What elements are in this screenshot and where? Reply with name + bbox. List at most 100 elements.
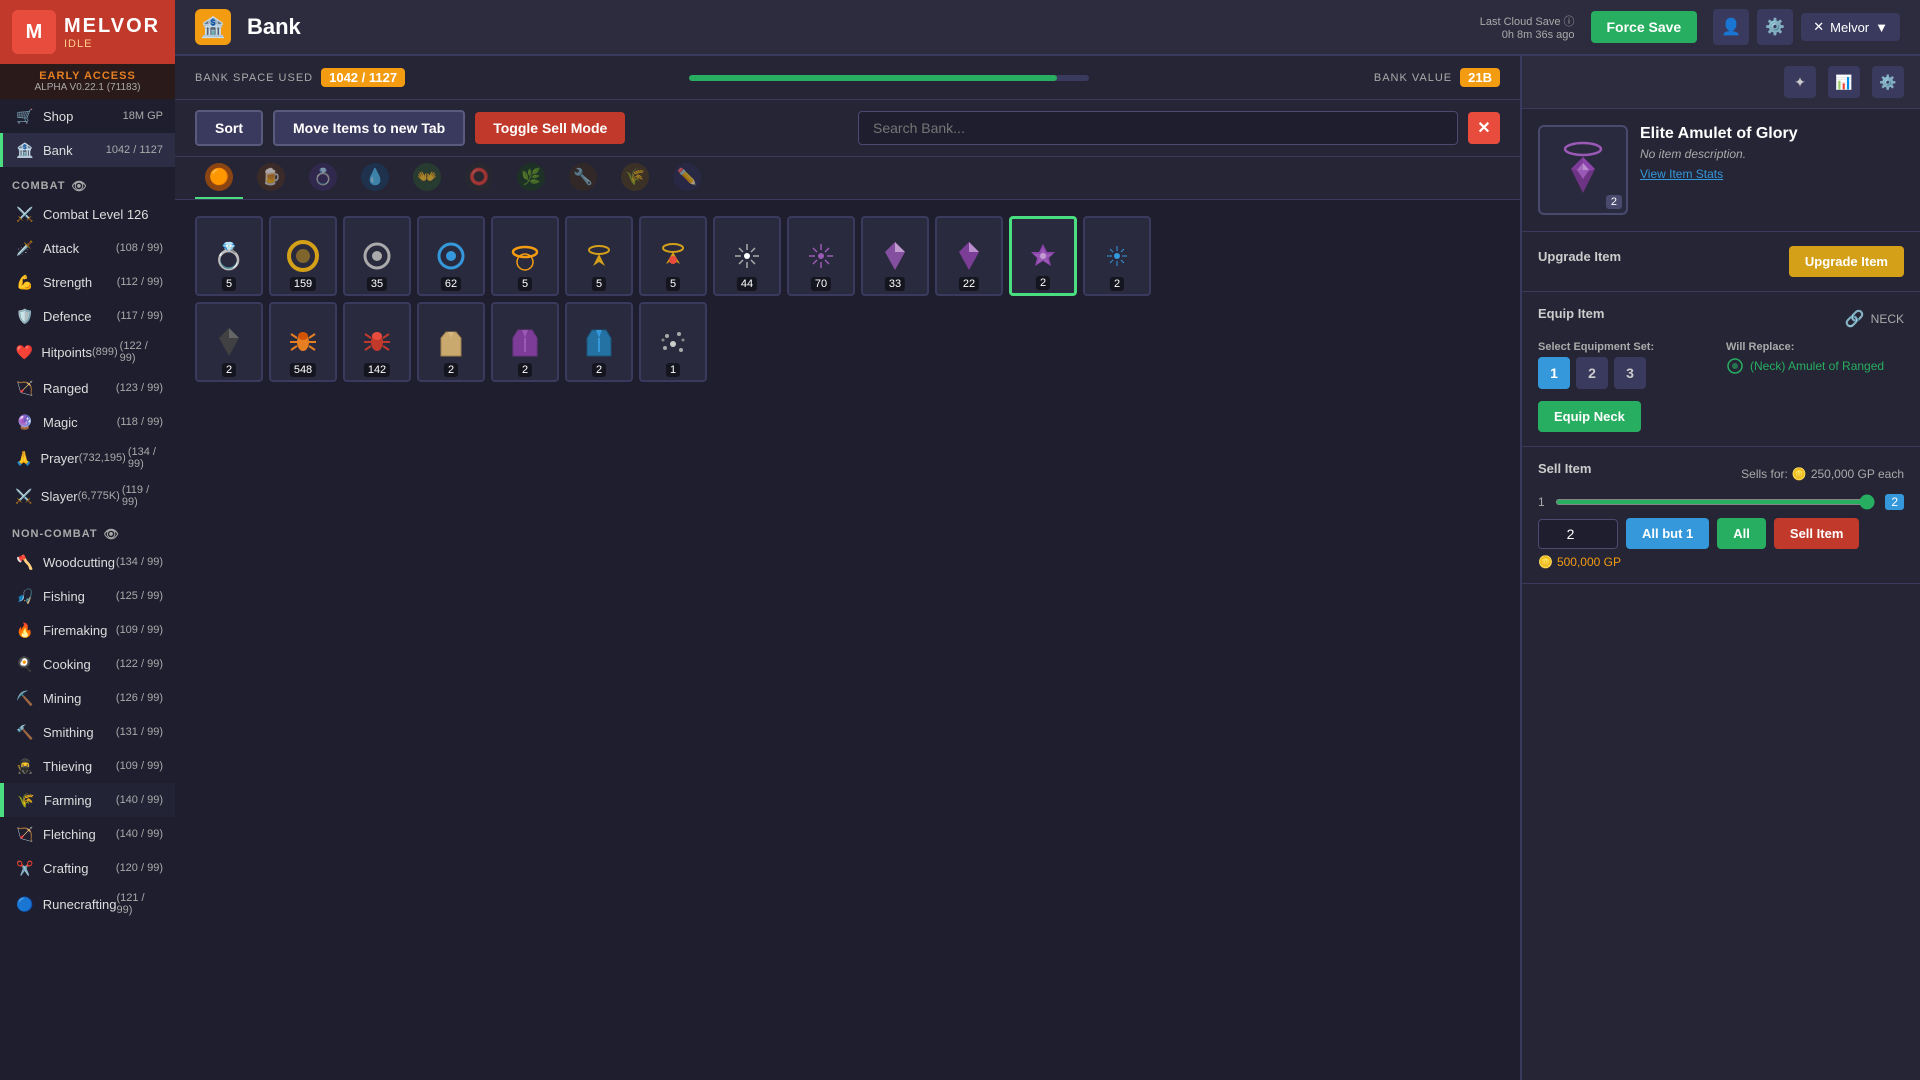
bank-item-sparkle1[interactable]: 44 (713, 216, 781, 296)
last-save-time: 0h 8m 36s ago (1480, 29, 1575, 41)
sell-actions-row: All but 1 All Sell Item (1538, 518, 1904, 549)
mining-label: Mining (43, 691, 116, 706)
sidebar-item-woodcutting[interactable]: 🪓 Woodcutting (134 / 99) (0, 545, 175, 579)
bank-item-halo1[interactable]: 5 (491, 216, 559, 296)
combat-visibility-icon[interactable]: 👁 (71, 179, 87, 193)
bank-page-icon: 🏦 (195, 9, 231, 45)
sidebar-item-magic[interactable]: 🔮 Magic (118 / 99) (0, 405, 175, 439)
bank-item-ring3[interactable]: 35 (343, 216, 411, 296)
bank-item-amulet1[interactable]: 5 (565, 216, 633, 296)
firemaking-icon: 🔥 (15, 620, 35, 640)
bank-tab-5[interactable]: ⭕ (455, 157, 503, 199)
sort-button[interactable]: Sort (195, 110, 263, 146)
sell-quantity-input[interactable] (1538, 519, 1618, 549)
sidebar-item-crafting[interactable]: ✂️ Crafting (120 / 99) (0, 851, 175, 885)
upgrade-item-button[interactable]: Upgrade Item (1789, 246, 1904, 277)
bank-tab-icon-1: 🍺 (257, 163, 285, 191)
will-replace-col-label: Will Replace: (1726, 341, 1904, 353)
bank-item-stardust[interactable]: 1 (639, 302, 707, 382)
sidebar-item-defence[interactable]: 🛡️ Defence (117 / 99) (0, 299, 175, 333)
bank-tab-2[interactable]: 💍 (299, 157, 347, 199)
bank-item-ring4[interactable]: 62 (417, 216, 485, 296)
bank-item-darkgem[interactable]: 2 (195, 302, 263, 382)
sidebar-item-runecrafting[interactable]: 🔵 Runecrafting (121 / 99) (0, 885, 175, 923)
bank-items-grid: 💍 5 159 35 (175, 200, 1520, 1080)
view-item-stats-link[interactable]: View Item Stats (1640, 167, 1904, 181)
sidebar-item-thieving[interactable]: 🥷 Thieving (109 / 99) (0, 749, 175, 783)
equip-set-3-button[interactable]: 3 (1614, 357, 1646, 389)
bank-item-ring1[interactable]: 💍 5 (195, 216, 263, 296)
non-combat-label: NON-COMBAT (12, 528, 98, 540)
user-name: Melvor (1830, 20, 1869, 35)
bank-tab-icon-4: 👐 (413, 163, 441, 191)
sidebar-item-attack[interactable]: 🗡️ Attack (108 / 99) (0, 231, 175, 265)
sidebar-item-fishing[interactable]: 🎣 Fishing (125 / 99) (0, 579, 175, 613)
bank-item-gem1[interactable]: 33 (861, 216, 929, 296)
bank-tab-7[interactable]: 🔧 (559, 157, 607, 199)
equip-set-2-button[interactable]: 2 (1576, 357, 1608, 389)
search-clear-button[interactable]: ✕ (1468, 112, 1500, 144)
bank-item-amulet3[interactable]: 2 (1083, 216, 1151, 296)
move-items-button[interactable]: Move Items to new Tab (273, 110, 465, 146)
panel-sparkle-icon-btn[interactable]: ✦ (1784, 66, 1816, 98)
sidebar-item-fletching[interactable]: 🏹 Fletching (140 / 99) (0, 817, 175, 851)
prayer-value: (732,195) (79, 452, 126, 464)
bank-tab-icon-6: 🌿 (517, 163, 545, 191)
sidebar-item-smithing[interactable]: 🔨 Smithing (131 / 99) (0, 715, 175, 749)
shop-icon: 🛒 (15, 106, 35, 126)
bank-item-redbug[interactable]: 142 (343, 302, 411, 382)
panel-chart-icon-btn[interactable]: 📊 (1828, 66, 1860, 98)
bank-tab-8[interactable]: 🌾 (611, 157, 659, 199)
item-img-stardust (653, 322, 693, 362)
equip-neck-button[interactable]: Equip Neck (1538, 401, 1641, 432)
sidebar-item-prayer[interactable]: 🙏 Prayer (732,195) (134 / 99) (0, 439, 175, 477)
panel-gear-icon-btn[interactable]: ⚙️ (1872, 66, 1904, 98)
sell-all-but-1-button[interactable]: All but 1 (1626, 518, 1709, 549)
force-save-button[interactable]: Force Save (1591, 11, 1698, 43)
sidebar-item-slayer[interactable]: ⚔️ Slayer (6,775K) (119 / 99) (0, 477, 175, 515)
sell-qty-max: 2 (1885, 494, 1904, 510)
item-img-sparkle2 (801, 236, 841, 276)
sidebar-title: MELVOR IDLE (64, 15, 160, 50)
sidebar-item-cooking[interactable]: 🍳 Cooking (122 / 99) (0, 647, 175, 681)
sidebar-item-shop[interactable]: 🛒 Shop 18M GP (0, 99, 175, 133)
equip-set-1-button[interactable]: 1 (1538, 357, 1570, 389)
search-bank-input[interactable] (858, 111, 1458, 145)
bank-tab-0[interactable]: 🟠 (195, 157, 243, 199)
sell-all-button[interactable]: All (1717, 518, 1766, 549)
bank-tab-9[interactable]: ✏️ (663, 157, 711, 199)
bank-tab-3[interactable]: 💧 (351, 157, 399, 199)
toggle-sell-mode-button[interactable]: Toggle Sell Mode (475, 112, 625, 144)
bank-item-robe1[interactable]: 2 (417, 302, 485, 382)
bank-tab-6[interactable]: 🌿 (507, 157, 555, 199)
topbar-settings-icon-btn[interactable]: ⚙️ (1757, 9, 1793, 45)
sidebar-item-combat-level[interactable]: ⚔️ Combat Level 126 (0, 197, 175, 231)
sell-item-button[interactable]: Sell Item (1774, 518, 1859, 549)
right-panel-header: ✦ 📊 ⚙️ (1522, 56, 1920, 109)
close-icon: ✕ (1813, 19, 1824, 35)
user-menu-button[interactable]: ✕ Melvor ▼ (1801, 13, 1900, 41)
sells-for-value: 250,000 GP each (1811, 467, 1904, 481)
bank-tab-1[interactable]: 🍺 (247, 157, 295, 199)
sidebar-item-bank[interactable]: 🏦 Bank 1042 / 1127 (0, 133, 175, 167)
bank-item-amulet2[interactable]: 5 (639, 216, 707, 296)
bank-item-robe2[interactable]: 2 (491, 302, 559, 382)
sidebar-item-mining[interactable]: ⛏️ Mining (126 / 99) (0, 681, 175, 715)
bank-item-robe3[interactable]: 2 (565, 302, 633, 382)
bank-item-elite-amulet[interactable]: 2 (1009, 216, 1077, 296)
sidebar-item-strength[interactable]: 💪 Strength (112 / 99) (0, 265, 175, 299)
bank-item-bug[interactable]: 548 (269, 302, 337, 382)
bank-item-sparkle2[interactable]: 70 (787, 216, 855, 296)
bank-item-ring2[interactable]: 159 (269, 216, 337, 296)
sidebar-item-hitpoints[interactable]: ❤️ Hitpoints (899) (122 / 99) (0, 333, 175, 371)
bank-item-gem2[interactable]: 22 (935, 216, 1003, 296)
item-count-ring3: 35 (367, 277, 387, 291)
sidebar-item-farming[interactable]: 🌾 Farming (140 / 99) (0, 783, 175, 817)
sidebar-item-ranged[interactable]: 🏹 Ranged (123 / 99) (0, 371, 175, 405)
sell-quantity-slider[interactable] (1555, 499, 1876, 505)
bank-tab-4[interactable]: 👐 (403, 157, 451, 199)
topbar-user-icon-btn[interactable]: 👤 (1713, 9, 1749, 45)
non-combat-visibility-icon[interactable]: 👁 (104, 527, 120, 541)
item-image-box: 2 (1538, 125, 1628, 215)
sidebar-item-firemaking[interactable]: 🔥 Firemaking (109 / 99) (0, 613, 175, 647)
